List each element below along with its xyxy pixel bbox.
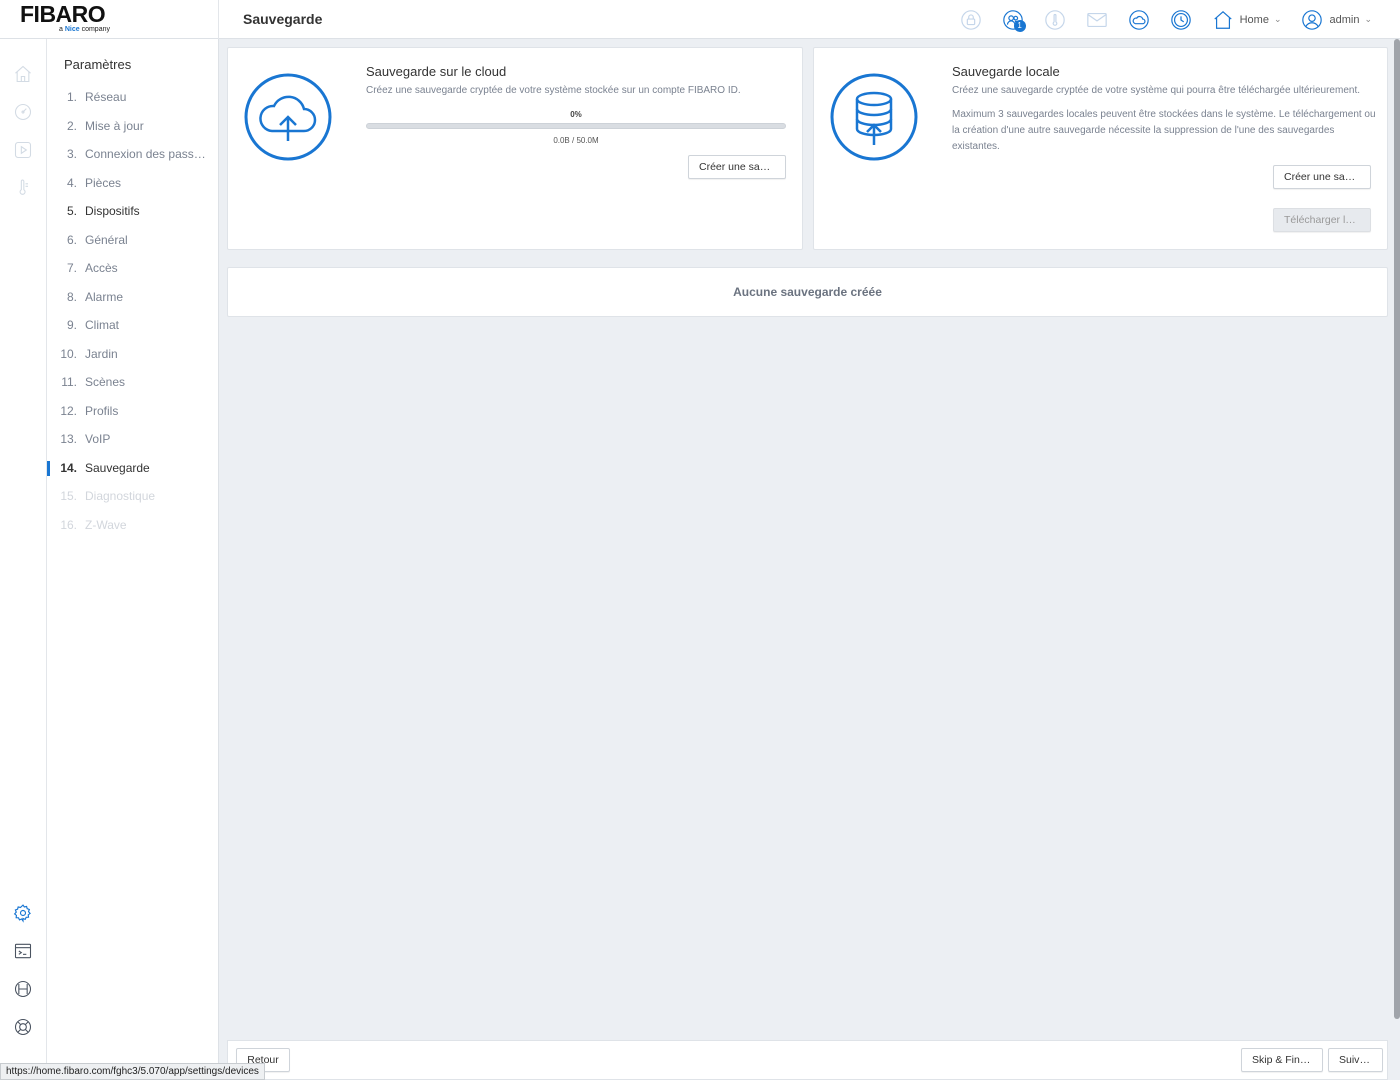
settings-item-acces[interactable]: 7. Accès <box>47 254 219 283</box>
download-backup-button: Télécharger la sauvegarde <box>1273 208 1371 232</box>
logo-tagline: a Nice company <box>59 25 110 33</box>
notification-badge: 1 <box>1013 20 1026 32</box>
settings-item-general[interactable]: 6. Général <box>47 226 219 255</box>
logo-wordmark: FIBARO <box>20 0 106 27</box>
cloud-progress-bar <box>366 123 786 129</box>
settings-item-voip[interactable]: 13. VoIP <box>47 425 219 454</box>
create-local-backup-button[interactable]: Créer une sauvegarde <box>1273 165 1371 189</box>
user-avatar-icon <box>1302 9 1323 30</box>
alarm-lock-icon[interactable] <box>950 0 992 39</box>
terminal-icon[interactable] <box>12 940 34 962</box>
chevron-down-icon: ⌄ <box>1364 14 1372 24</box>
settings-item-sauvegarde[interactable]: 14. Sauvegarde <box>47 454 219 483</box>
create-cloud-backup-button[interactable]: Créer une sauvegarde <box>688 155 786 179</box>
settings-steps-list: 1. Réseau 2. Mise à jour 3. Connexion des p… <box>47 83 219 539</box>
settings-sidebar: Paramètres 1. Réseau 2. Mise à jour 3. Conn… <box>47 39 219 1080</box>
empty-backups-message: Aucune sauvegarde créée <box>733 285 882 299</box>
settings-item-pieces[interactable]: 4. Pièces <box>47 169 219 198</box>
clock-icon[interactable] <box>1160 0 1202 39</box>
database-upload-icon <box>830 73 918 161</box>
climate-nav-icon[interactable] <box>12 177 34 199</box>
local-backup-note: Maximum 3 sauvegardes locales peuvent êt… <box>952 109 1376 152</box>
temperature-icon[interactable] <box>1034 0 1076 39</box>
page-scrollbar[interactable] <box>1394 39 1400 1019</box>
dashboard-nav-icon[interactable] <box>12 101 34 123</box>
backups-list: Aucune sauvegarde créée <box>227 267 1388 317</box>
home-icon <box>1213 10 1232 29</box>
settings-item-jardin[interactable]: 10. Jardin <box>47 340 219 369</box>
weather-icon[interactable] <box>1118 0 1160 39</box>
network-globe-icon[interactable] <box>12 978 34 1000</box>
local-backup-title: Sauvegarde locale <box>952 64 1060 79</box>
messages-icon[interactable] <box>1076 0 1118 39</box>
settings-item-alarme[interactable]: 8. Alarme <box>47 283 219 312</box>
settings-item-reseau[interactable]: 1. Réseau <box>47 83 219 112</box>
cloud-backup-title: Sauvegarde sur le cloud <box>366 64 507 79</box>
local-backup-description: Créez une sauvegarde cryptée de votre sy… <box>952 85 1361 96</box>
user-menu[interactable]: admin ⌄ <box>1291 0 1382 39</box>
cloud-upload-icon <box>244 73 332 161</box>
skip-finish-button[interactable]: Skip & Finish <box>1241 1048 1323 1072</box>
wizard-footer <box>227 1040 1388 1080</box>
cloud-progress-percent: 0% <box>570 110 582 119</box>
settings-item-dispositifs[interactable]: 5. Dispositifs <box>47 197 219 226</box>
cloud-storage-usage: 0.0B / 50.0M <box>553 136 599 145</box>
user-label: admin <box>1329 13 1360 26</box>
users-icon[interactable]: 1 <box>992 0 1034 39</box>
next-button[interactable]: Suivant <box>1328 1048 1383 1072</box>
home-selector[interactable]: Home ⌄ <box>1202 0 1292 39</box>
settings-item-profils[interactable]: 12. Profils <box>47 397 219 426</box>
page-title: Sauvegarde <box>243 11 323 27</box>
settings-gear-icon[interactable] <box>12 902 34 924</box>
settings-item-mise-a-jour[interactable]: 2. Mise à jour <box>47 112 219 141</box>
cloud-backup-description: Créez une sauvegarde cryptée de votre sy… <box>366 85 741 96</box>
scenes-nav-icon[interactable] <box>12 139 34 161</box>
header-toolbar: 1 Home ⌄ admin ⌄ <box>950 0 1382 39</box>
settings-item-diagnostique: 15. Diagnostique <box>60 489 156 504</box>
home-label: Home <box>1239 13 1269 26</box>
support-lifebuoy-icon[interactable] <box>12 1016 34 1038</box>
settings-item-connexion-passerelles[interactable]: 3.Connexion des passerelles <box>47 140 219 169</box>
home-nav-icon[interactable] <box>12 63 34 85</box>
settings-title: Paramètres <box>64 57 132 72</box>
top-bar: FIBARO a Nice company Sauvegarde 1 Home … <box>0 0 1400 39</box>
settings-item-z-wave: 16. Z-Wave <box>60 517 127 532</box>
icon-rail <box>0 39 47 1080</box>
logo[interactable]: FIBARO a Nice company <box>0 0 219 39</box>
settings-item-climat[interactable]: 9. Climat <box>47 311 219 340</box>
status-url: https://home.fibaro.com/fghc3/5.070/app/… <box>0 1063 265 1080</box>
chevron-down-icon: ⌄ <box>1273 14 1282 24</box>
settings-item-scenes[interactable]: 11. Scènes <box>47 368 219 397</box>
